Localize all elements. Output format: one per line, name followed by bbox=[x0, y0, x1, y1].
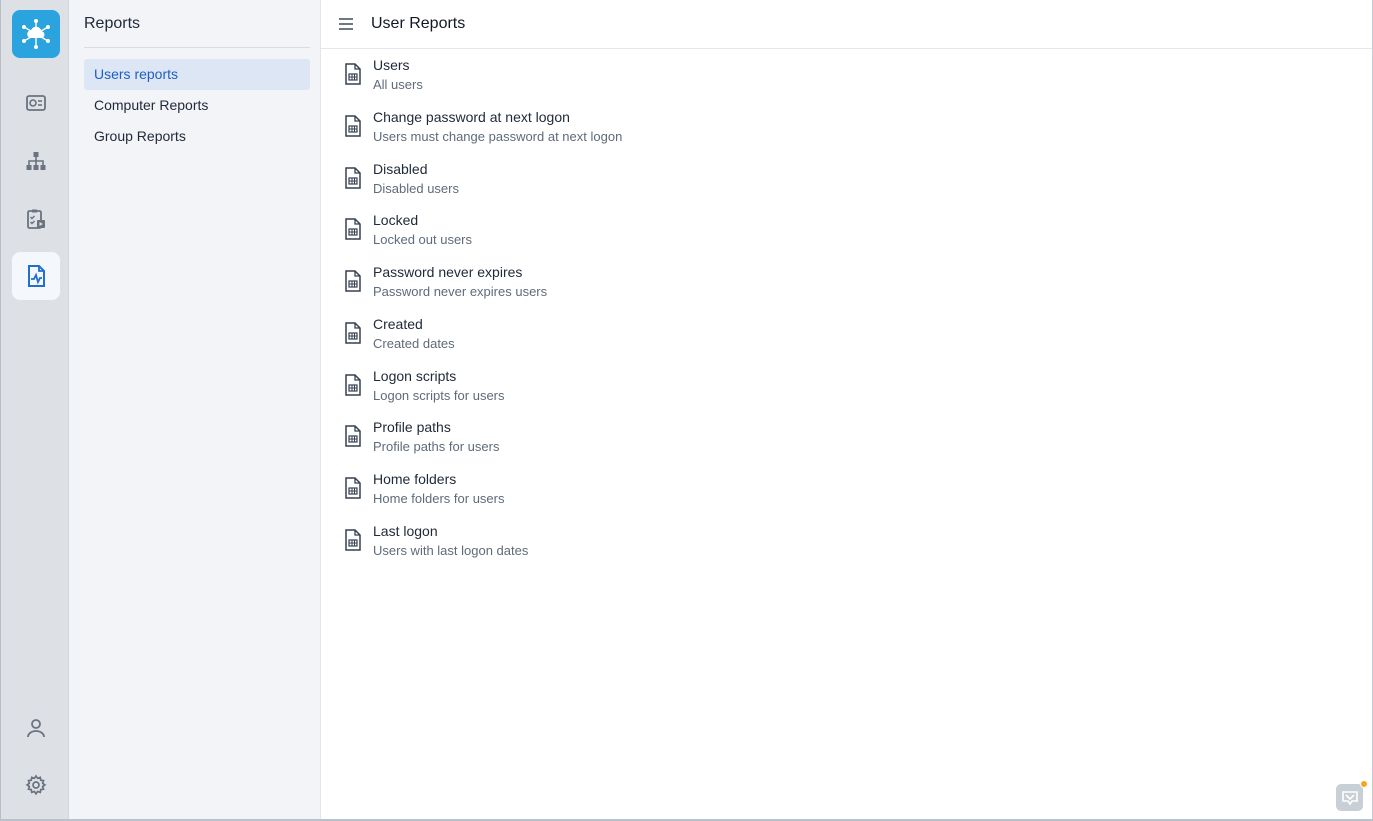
report-item[interactable]: Change password at next logon Users must … bbox=[321, 107, 1372, 157]
divider bbox=[84, 47, 310, 48]
report-subtitle: All users bbox=[373, 77, 423, 92]
report-title: Password never expires bbox=[373, 264, 523, 280]
sidebar-item-users-reports[interactable]: Users reports bbox=[84, 59, 310, 90]
report-title: Created bbox=[373, 316, 423, 332]
report-item[interactable]: Disabled Disabled users bbox=[321, 159, 1372, 209]
report-document-icon bbox=[345, 63, 361, 85]
user-icon bbox=[27, 719, 45, 738]
report-title: Disabled bbox=[373, 161, 428, 177]
report-item[interactable]: Home folders Home folders for users bbox=[321, 469, 1372, 519]
report-subtitle: Created dates bbox=[373, 336, 455, 351]
dashboard-icon bbox=[26, 95, 46, 111]
report-item[interactable]: Profile paths Profile paths for users bbox=[321, 417, 1372, 467]
report-title: Logon scripts bbox=[373, 368, 457, 384]
report-title: Locked bbox=[373, 212, 419, 228]
icon-rail bbox=[0, 0, 69, 821]
report-document-icon bbox=[345, 529, 361, 551]
main-header: User Reports bbox=[321, 0, 1372, 49]
report-item[interactable]: Users All users bbox=[321, 55, 1372, 105]
report-document-icon bbox=[345, 270, 361, 292]
report-item[interactable]: Locked Locked out users bbox=[321, 210, 1372, 260]
report-subtitle: Disabled users bbox=[373, 181, 459, 196]
report-item[interactable]: Logon scripts Logon scripts for users bbox=[321, 366, 1372, 416]
report-subtitle: Locked out users bbox=[373, 232, 473, 247]
sidebar-item-computer-reports[interactable]: Computer Reports bbox=[84, 90, 310, 121]
report-document-icon bbox=[345, 115, 361, 137]
cloud-network-icon bbox=[22, 19, 50, 49]
sidebar-title: Reports bbox=[84, 15, 141, 32]
report-title: Change password at next logon bbox=[373, 109, 570, 125]
report-item[interactable]: Password never expires Password never exp… bbox=[321, 262, 1372, 312]
report-subtitle: Users with last logon dates bbox=[373, 543, 529, 558]
report-document-icon bbox=[345, 218, 361, 240]
chat-icon bbox=[1341, 790, 1358, 805]
report-subtitle: Password never expires users bbox=[373, 284, 548, 299]
hierarchy-icon bbox=[26, 152, 46, 170]
report-chart-icon bbox=[28, 265, 45, 287]
report-item[interactable]: Last logon Users with last logon dates bbox=[321, 521, 1372, 571]
app-logo[interactable] bbox=[12, 10, 60, 58]
page-title: User Reports bbox=[371, 15, 466, 32]
gear-icon bbox=[25, 774, 47, 796]
hamburger-menu-icon[interactable] bbox=[338, 16, 354, 32]
rail-hierarchy-button[interactable] bbox=[12, 137, 60, 185]
report-document-icon bbox=[345, 322, 361, 344]
report-title: Last logon bbox=[373, 523, 438, 539]
app-window: Reports Users reports Computer Reports G… bbox=[0, 0, 1373, 821]
main-content: User Reports Users All users Change passwo… bbox=[321, 0, 1372, 821]
rail-user-button[interactable] bbox=[12, 704, 60, 752]
rail-tasks-button[interactable] bbox=[12, 195, 60, 243]
report-document-icon bbox=[345, 425, 361, 447]
report-title: Users bbox=[373, 57, 410, 73]
report-title: Profile paths bbox=[373, 419, 451, 435]
report-title: Home folders bbox=[373, 471, 457, 487]
report-document-icon bbox=[345, 477, 361, 499]
notification-dot bbox=[1360, 780, 1368, 788]
clipboard-tasks-icon bbox=[27, 209, 45, 229]
report-subtitle: Profile paths for users bbox=[373, 439, 500, 454]
report-item[interactable]: Created Created dates bbox=[321, 314, 1372, 364]
rail-dashboard-button[interactable] bbox=[12, 79, 60, 127]
reports-sidebar: Reports Users reports Computer Reports G… bbox=[69, 0, 321, 821]
report-subtitle: Home folders for users bbox=[373, 491, 505, 506]
chat-widget-button[interactable] bbox=[1336, 784, 1363, 811]
report-document-icon bbox=[345, 167, 361, 189]
report-subtitle: Users must change password at next logon bbox=[373, 129, 623, 144]
rail-settings-button[interactable] bbox=[12, 761, 60, 809]
sidebar-item-group-reports[interactable]: Group Reports bbox=[84, 121, 310, 152]
rail-reports-button[interactable] bbox=[12, 252, 60, 300]
report-subtitle: Logon scripts for users bbox=[373, 388, 505, 403]
report-document-icon bbox=[345, 374, 361, 396]
